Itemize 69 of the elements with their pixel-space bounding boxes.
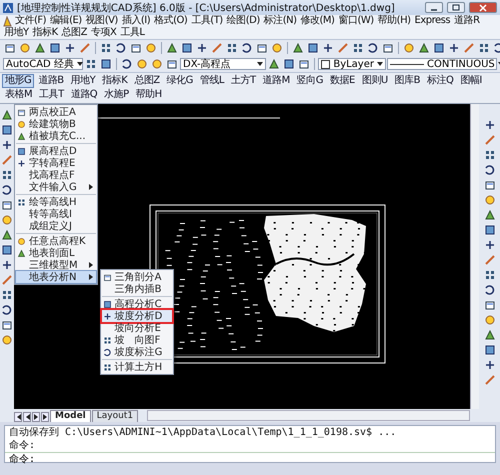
menu-tab[interactable]: 总图Z <box>131 74 163 88</box>
menu-item[interactable]: 找高程点F <box>16 169 96 181</box>
menu-item[interactable]: 道路R <box>452 15 482 27</box>
color-dropdown[interactable]: ByLayer <box>318 58 386 70</box>
menu-tab[interactable]: 用地Y <box>68 74 98 88</box>
menu-item[interactable]: 地表剖面L <box>16 247 96 259</box>
menu-item[interactable]: 视图(V) <box>84 15 120 27</box>
menu-item[interactable]: 高程分析C <box>102 298 172 310</box>
menu-tab[interactable]: 绿化G <box>164 74 196 88</box>
menu-item[interactable]: 标注(N) <box>262 15 299 27</box>
menu-item[interactable]: 展高程点D <box>16 145 96 157</box>
menu-tab[interactable]: 标注Q <box>424 74 456 88</box>
menu-tab[interactable]: 工具T <box>36 88 67 102</box>
menu-tab[interactable]: 表格M <box>2 88 36 102</box>
menu-tab[interactable]: 图则U <box>358 74 391 88</box>
menu-item[interactable]: 成组定义J <box>16 220 96 232</box>
menu-tab[interactable]: 道路B <box>35 74 67 88</box>
menu-tab[interactable]: 图幅I <box>457 74 485 88</box>
linetype-dropdown[interactable]: CONTINUOUS <box>387 58 497 70</box>
menu-item[interactable]: 工具(T) <box>189 15 225 27</box>
menu-item[interactable]: 专项X <box>89 27 118 39</box>
menu-item[interactable]: 插入(I) <box>120 15 152 27</box>
command-history-line: 命令: <box>8 439 36 452</box>
menu-tab[interactable]: 图库B <box>392 74 424 88</box>
menu-item[interactable]: 坡度标注G <box>102 346 172 358</box>
command-history-line: 自动保存到 C:\Users\ADMINI~1\AppData\Local\Temp\1_1_1_0198.sv$ ... <box>8 426 398 439</box>
menu-item[interactable]: 绘等高线H <box>16 196 96 208</box>
layer-dropdown[interactable]: DX-高程点 <box>180 58 266 70</box>
menu-tab[interactable]: 竖向G <box>294 74 326 88</box>
menu-item[interactable]: 工具L <box>118 27 146 39</box>
menu-item[interactable]: 坡 向图F <box>102 334 172 346</box>
menu-item[interactable]: 字转高程E <box>16 157 96 169</box>
menu-tab[interactable]: 水施P <box>101 88 132 102</box>
window-title: [地理控制性详规规划CAD系统] 6.0版 - [C:\Users\Administrator\Desktop\1.dwg] <box>17 2 395 14</box>
layout-tab[interactable]: Model <box>50 410 91 422</box>
menu-item[interactable]: 计算土方H <box>102 361 172 373</box>
menu-item[interactable]: 窗口(W) <box>336 15 376 27</box>
menu-item[interactable]: 编辑(E) <box>48 15 84 27</box>
menu-tab[interactable]: 地形G <box>2 74 34 88</box>
menu-tab[interactable]: 管线L <box>196 74 227 88</box>
workspace-dropdown[interactable]: AutoCAD 经典 <box>3 58 83 70</box>
menu-item[interactable]: 绘图(D) <box>224 15 262 27</box>
layout-tab[interactable]: Layout1 <box>92 410 138 422</box>
command-input[interactable]: 命令: <box>5 452 495 465</box>
menu-tab[interactable]: 土方T <box>228 74 259 88</box>
menu-tab[interactable]: 数据E <box>326 74 358 88</box>
menu-item[interactable]: 指标K <box>30 27 60 39</box>
menu-item[interactable]: 坡度分析D <box>102 310 172 322</box>
menu-item[interactable]: 帮助(H) <box>376 15 412 27</box>
menu-item[interactable]: 绘建筑物B <box>16 118 96 130</box>
menu-item[interactable]: 用地Y <box>2 27 31 39</box>
menu-tab[interactable]: 道路M <box>260 74 293 88</box>
menu-item[interactable]: 修改(M) <box>298 15 336 27</box>
menu-item[interactable]: 文件输入G <box>16 181 96 193</box>
menu-item[interactable]: 植被填充C... <box>16 130 96 142</box>
menu-tab[interactable]: 指标K <box>99 74 130 88</box>
menu-item[interactable]: Express <box>412 15 452 27</box>
menu-item[interactable]: 格式(O) <box>152 15 190 27</box>
menu-item[interactable]: 文件(F) <box>13 15 48 27</box>
menu-item[interactable]: 任意点高程K <box>16 235 96 247</box>
menu-item[interactable]: 转等高线I <box>16 208 96 220</box>
menu-item[interactable]: 地表分析N <box>16 271 96 283</box>
menu-item[interactable]: 总图Z <box>60 27 90 39</box>
menu-item[interactable]: 坡向分析E <box>102 322 172 334</box>
menu-tab[interactable]: 道路Q <box>68 88 100 102</box>
menu-tab[interactable]: 帮助H <box>132 88 165 102</box>
menu-item[interactable]: 三角内插B <box>102 283 172 295</box>
menu-item[interactable]: 三角剖分A <box>102 271 172 283</box>
menu-item[interactable]: 两点校正A <box>16 106 96 118</box>
